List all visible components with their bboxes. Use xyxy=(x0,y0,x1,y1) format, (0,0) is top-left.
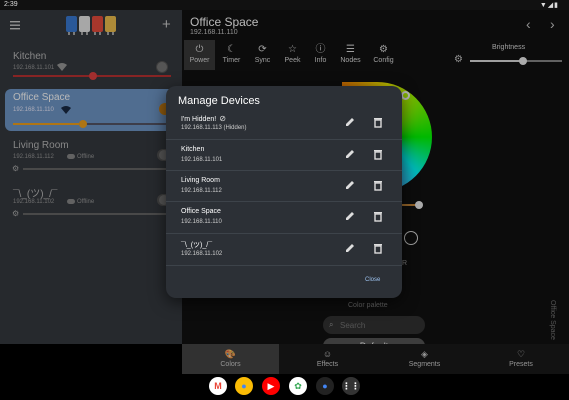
row-ip: 192.168.11.110 xyxy=(181,219,222,225)
assistant-icon[interactable]: ● xyxy=(316,377,334,395)
manage-row: I'm Hidden! ⊘ 192.168.11.113 (Hidden) xyxy=(166,108,402,139)
delete-icon[interactable] xyxy=(372,116,384,128)
youtube-icon[interactable]: ▶ xyxy=(262,377,280,395)
manage-row: Kitchen 192.168.11.101 xyxy=(166,140,402,171)
edit-icon[interactable] xyxy=(344,148,356,160)
row-ip: 192.168.11.102 xyxy=(181,251,223,257)
manage-row: Office Space 192.168.11.110 xyxy=(166,202,402,233)
status-time: 2:39 xyxy=(4,1,18,8)
row-ip: 192.168.11.112 xyxy=(181,188,222,194)
edit-icon[interactable] xyxy=(344,116,356,128)
delete-icon[interactable] xyxy=(372,148,384,160)
dialog-title: Manage Devices xyxy=(178,95,260,107)
edit-icon[interactable] xyxy=(344,242,356,254)
delete-icon[interactable] xyxy=(372,210,384,222)
app-drawer-icon[interactable]: ⋮⋮ xyxy=(342,377,360,395)
photos-icon[interactable]: ✿ xyxy=(289,377,307,395)
edit-icon[interactable] xyxy=(344,210,356,222)
close-button[interactable]: Close xyxy=(365,277,380,283)
manage-row: Living Room 192.168.11.112 xyxy=(166,171,402,202)
manage-devices-dialog: Manage Devices I'm Hidden! ⊘ 192.168.11.1… xyxy=(166,86,402,298)
delete-icon[interactable] xyxy=(372,242,384,254)
row-ip: 192.168.11.113 (Hidden) xyxy=(181,125,247,131)
row-ip: 192.168.11.101 xyxy=(181,157,223,163)
manage-row: ¯\_(ツ)_/¯ 192.168.11.102 xyxy=(166,234,402,265)
row-name: ¯\_(ツ)_/¯ xyxy=(181,242,213,249)
row-name: Kitchen xyxy=(181,146,205,153)
edit-icon[interactable] xyxy=(344,179,356,191)
row-name: Office Space xyxy=(181,208,221,215)
status-bar: 2:39 ▼◢▮ xyxy=(0,0,569,10)
delete-icon[interactable] xyxy=(372,179,384,191)
visibility-off-icon: ⊘ xyxy=(219,114,226,123)
app-dock: M ● ▶ ✿ ● ⋮⋮ xyxy=(0,374,569,400)
gmail-icon[interactable]: M xyxy=(209,377,227,395)
row-name: Living Room xyxy=(181,177,220,184)
row-name: I'm Hidden! ⊘ xyxy=(181,114,226,123)
status-icons: ▼◢▮ xyxy=(539,2,559,9)
divider xyxy=(166,265,402,266)
chrome-icon[interactable]: ● xyxy=(235,377,253,395)
